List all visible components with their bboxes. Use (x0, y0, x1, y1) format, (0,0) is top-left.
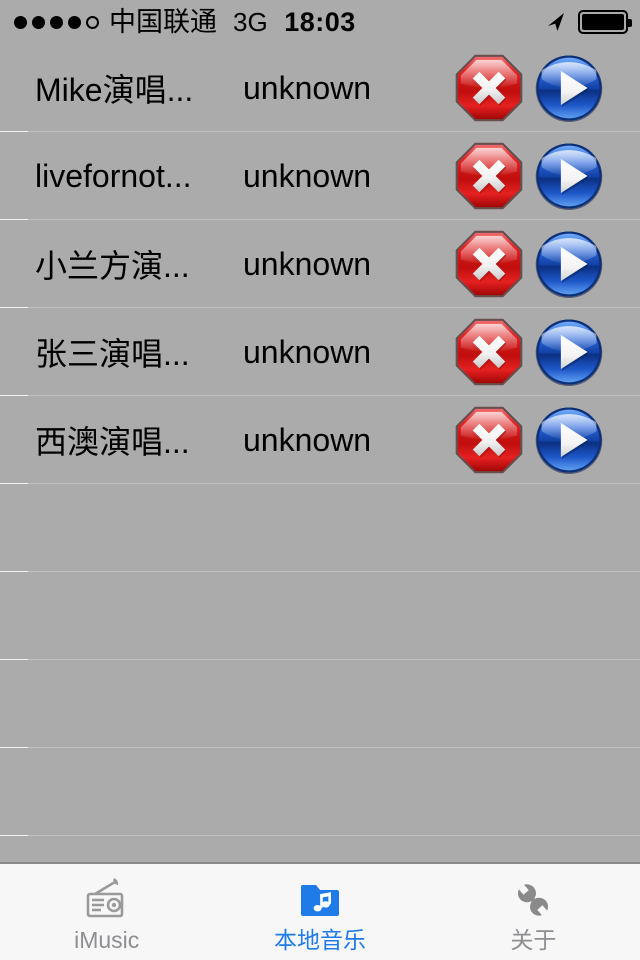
song-artist: unknown (243, 421, 372, 458)
radio-icon (86, 878, 123, 918)
tab-label-about: 关于 (510, 927, 557, 953)
row-actions (452, 403, 606, 477)
tab-about[interactable]: 关于 (427, 864, 640, 960)
location-arrow-icon (548, 13, 564, 31)
table-row[interactable]: 小兰方演... unknown (0, 220, 640, 308)
delete-octagon-icon[interactable] (452, 51, 526, 125)
table-row[interactable]: livefornot... unknown (0, 132, 640, 220)
app-screen: 中国联通 3G 18:03 Mike演唱... unknown liveforn… (0, 0, 640, 960)
clock-time: 18:03 (284, 6, 356, 37)
row-actions (452, 51, 606, 125)
delete-octagon-icon[interactable] (452, 227, 526, 301)
song-title: livefornot... (35, 157, 192, 194)
battery-fill (582, 14, 624, 30)
song-title: 张三演唱... (35, 336, 190, 372)
delete-octagon-icon[interactable] (452, 139, 526, 213)
play-circle-icon[interactable] (532, 315, 606, 389)
table-row[interactable]: Mike演唱... unknown (0, 44, 640, 132)
empty-row (0, 748, 640, 836)
tab-local-music[interactable]: 本地音乐 (213, 864, 426, 960)
status-bar: 中国联通 3G 18:03 (0, 0, 640, 44)
row-actions (452, 315, 606, 389)
song-artist: unknown (243, 157, 372, 194)
delete-octagon-icon[interactable] (452, 403, 526, 477)
wrench-icon (518, 884, 549, 916)
music-folder-icon (300, 885, 339, 916)
song-artist: unknown (243, 69, 372, 106)
play-circle-icon[interactable] (532, 227, 606, 301)
tab-imusic[interactable]: iMusic (0, 864, 213, 960)
battery-full-icon (578, 10, 632, 34)
delete-octagon-icon[interactable] (452, 315, 526, 389)
song-artist: unknown (243, 333, 372, 370)
status-bar-right (544, 0, 632, 44)
play-circle-icon[interactable] (532, 51, 606, 125)
table-row[interactable]: 西澳演唱... unknown (0, 396, 640, 484)
row-actions (452, 139, 606, 213)
play-circle-icon[interactable] (532, 403, 606, 477)
tab-label-local-music: 本地音乐 (273, 927, 366, 953)
song-title: Mike演唱... (35, 72, 194, 108)
row-actions (452, 227, 606, 301)
empty-row (0, 572, 640, 660)
play-circle-icon[interactable] (532, 139, 606, 213)
tab-bar: iMusic 本地音乐 关于 (0, 862, 640, 960)
song-title: 西澳演唱... (35, 424, 190, 460)
empty-row (0, 484, 640, 572)
empty-row (0, 660, 640, 748)
song-title: 小兰方演... (35, 248, 190, 284)
table-row[interactable]: 张三演唱... unknown (0, 308, 640, 396)
tab-label-imusic: iMusic (74, 927, 140, 953)
song-list[interactable]: Mike演唱... unknown livefornot... unknown … (0, 44, 640, 862)
empty-row (0, 836, 640, 862)
song-artist: unknown (243, 245, 372, 282)
